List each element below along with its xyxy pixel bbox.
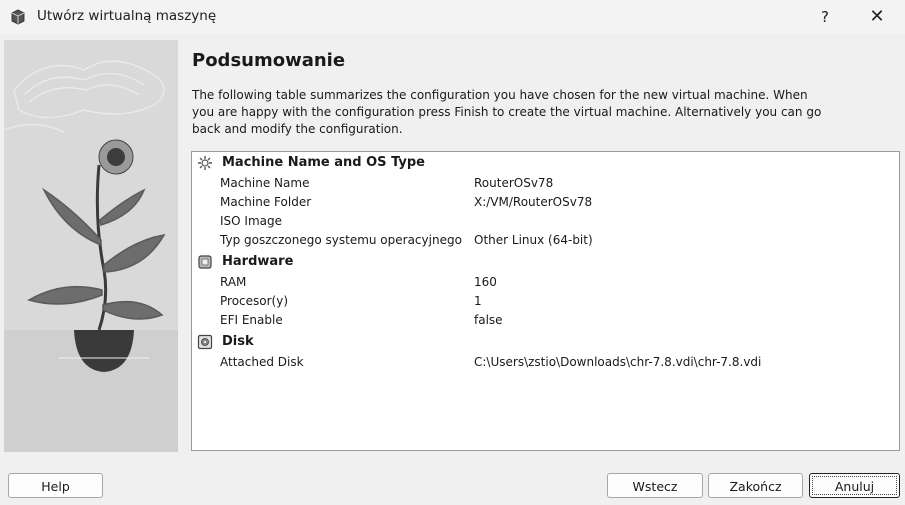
back-button[interactable]: Wstecz xyxy=(607,473,703,498)
help-button[interactable]: Help xyxy=(8,473,103,498)
row-key: Procesor(y) xyxy=(220,294,289,308)
section-disk[interactable]: Disk xyxy=(192,332,897,351)
table-row[interactable]: Machine Name RouterOSv78 xyxy=(192,174,897,193)
row-key: Attached Disk xyxy=(220,355,304,369)
table-row[interactable]: Machine Folder X:/VM/RouterOSv78 xyxy=(192,193,897,212)
sunflower-illustration xyxy=(4,40,178,452)
row-value: Other Linux (64-bit) xyxy=(474,233,593,247)
row-key: EFI Enable xyxy=(220,313,283,327)
section-machine-name[interactable]: Machine Name and OS Type xyxy=(192,153,897,172)
table-row[interactable]: Attached Disk C:\Users\zstio\Downloads\c… xyxy=(192,353,897,372)
summary-table[interactable]: Machine Name and OS Type Machine Name Ro… xyxy=(191,151,900,451)
page-description: The following table summarizes the confi… xyxy=(192,88,822,136)
table-row[interactable]: EFI Enable false xyxy=(192,311,897,330)
machine-icon xyxy=(198,156,212,170)
table-row[interactable]: Procesor(y) 1 xyxy=(192,292,897,311)
virtualbox-icon xyxy=(11,9,25,25)
row-value: 1 xyxy=(474,294,482,308)
table-row[interactable]: RAM 160 xyxy=(192,273,897,292)
window-title: Utwórz wirtualną maszynę xyxy=(37,8,217,24)
section-title: Disk xyxy=(222,334,254,349)
row-value: C:\Users\zstio\Downloads\chr-7.8.vdi\chr… xyxy=(474,355,762,369)
chip-icon xyxy=(198,255,212,269)
help-title-button[interactable]: ? xyxy=(807,5,843,29)
table-row[interactable]: ISO Image xyxy=(192,212,897,231)
row-key: RAM xyxy=(220,275,247,289)
row-key: Typ goszczonego systemu operacyjnego xyxy=(220,233,462,247)
row-key: Machine Name xyxy=(220,176,310,190)
section-title: Machine Name and OS Type xyxy=(222,155,425,170)
row-value: X:/VM/RouterOSv78 xyxy=(474,195,593,209)
finish-button[interactable]: Zakończ xyxy=(708,473,803,498)
section-hardware[interactable]: Hardware xyxy=(192,252,897,271)
row-key: ISO Image xyxy=(220,214,282,228)
page-title: Podsumowanie xyxy=(192,50,346,71)
title-bar: Utwórz wirtualną maszynę ? ✕ xyxy=(0,0,905,34)
row-value: false xyxy=(474,313,503,327)
wizard-illustration xyxy=(4,40,178,452)
close-button[interactable]: ✕ xyxy=(859,5,895,29)
row-value: 160 xyxy=(474,275,497,289)
flower-head xyxy=(98,139,134,175)
table-row[interactable]: Typ goszczonego systemu operacyjnego Oth… xyxy=(192,231,897,250)
disk-icon xyxy=(197,334,213,350)
row-key: Machine Folder xyxy=(220,195,312,209)
row-value: RouterOSv78 xyxy=(474,176,554,190)
section-title: Hardware xyxy=(222,254,294,269)
cancel-button[interactable]: Anuluj xyxy=(809,473,900,498)
